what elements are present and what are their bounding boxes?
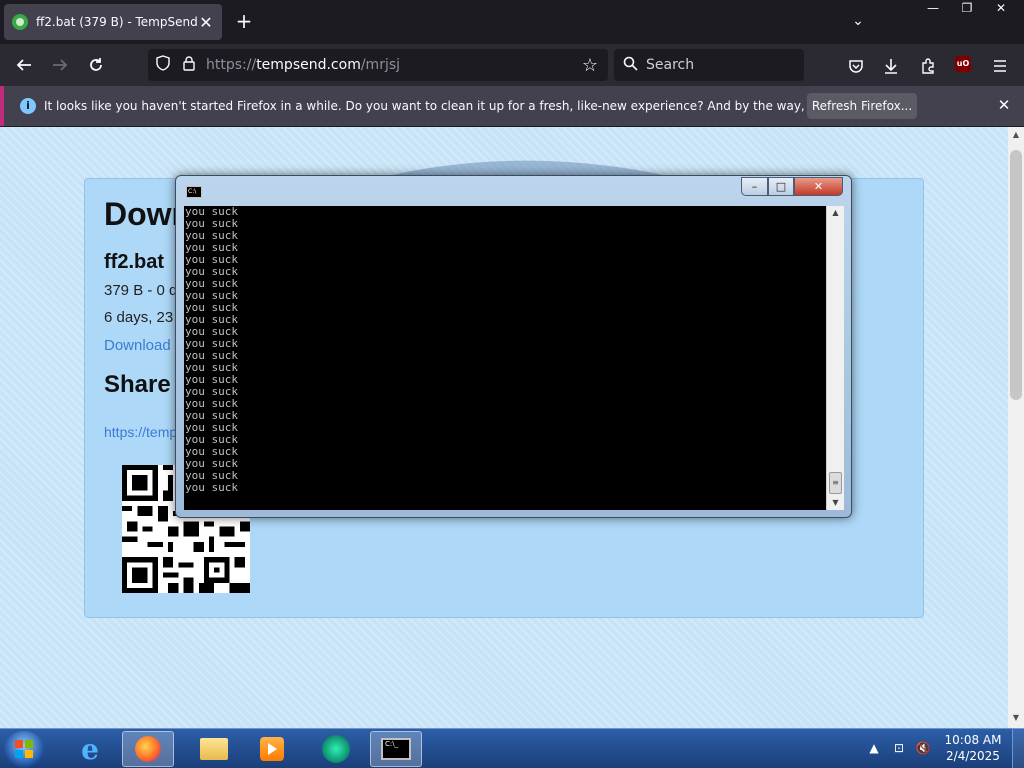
internet-explorer-icon: e bbox=[81, 732, 99, 766]
show-hidden-icons-button[interactable]: ▲ bbox=[866, 733, 882, 763]
refresh-notification-bar: i It looks like you haven't started Fire… bbox=[0, 86, 1024, 126]
back-arrow-icon bbox=[16, 59, 31, 71]
windows-logo-icon bbox=[15, 740, 33, 758]
extensions-button[interactable] bbox=[915, 53, 941, 79]
console-scroll-down-icon[interactable]: ▼ bbox=[827, 496, 844, 510]
console-window-controls: – □ ✕ bbox=[741, 177, 843, 196]
pocket-button[interactable] bbox=[843, 53, 869, 79]
lock-icon[interactable] bbox=[178, 55, 200, 75]
command-prompt-window[interactable]: C:\ – □ ✕ you suck you suck you suck you… bbox=[175, 175, 852, 518]
search-bar[interactable]: Search bbox=[614, 49, 804, 81]
tracking-protection-shield-icon[interactable] bbox=[148, 55, 178, 75]
taskbar-firefox[interactable] bbox=[122, 731, 174, 767]
tab-title: ff2.bat (379 B) - TempSend.com bbox=[36, 15, 198, 29]
taskbar-media-player[interactable] bbox=[246, 731, 298, 767]
console-scroll-thumb[interactable]: ≡ bbox=[829, 472, 842, 494]
forward-arrow-icon bbox=[53, 59, 68, 71]
firefox-icon bbox=[135, 736, 161, 762]
media-player-icon bbox=[260, 737, 284, 761]
share-heading: Share bbox=[104, 371, 171, 398]
back-button[interactable] bbox=[10, 52, 38, 78]
bookmark-star-icon[interactable]: ☆ bbox=[572, 55, 608, 76]
download-link[interactable]: Download f bbox=[104, 337, 179, 354]
expiry-text: 6 days, 23 bbox=[104, 309, 174, 326]
url-scheme: https:// bbox=[206, 57, 257, 73]
volume-muted-icon[interactable]: 🔇 bbox=[912, 733, 934, 763]
downloads-button[interactable] bbox=[878, 53, 904, 79]
puzzle-icon bbox=[922, 58, 934, 74]
forward-button[interactable] bbox=[46, 52, 74, 78]
refresh-firefox-button[interactable]: Refresh Firefox... bbox=[807, 93, 917, 119]
search-placeholder: Search bbox=[646, 57, 695, 73]
download-icon bbox=[885, 59, 897, 74]
tab-close-icon[interactable]: ✕ bbox=[198, 13, 214, 32]
tab-strip: ff2.bat (379 B) - TempSend.com ✕ + ⌄ — ❐… bbox=[0, 0, 1024, 44]
show-desktop-button[interactable] bbox=[1012, 728, 1024, 768]
reload-button[interactable] bbox=[82, 52, 110, 78]
new-tab-button[interactable]: + bbox=[233, 10, 255, 32]
address-bar[interactable]: https://tempsend.com/mrjsj ☆ bbox=[148, 49, 608, 81]
taskbar-file-explorer[interactable] bbox=[188, 731, 240, 767]
console-scroll-up-icon[interactable]: ▲ bbox=[827, 206, 844, 220]
pocket-icon bbox=[849, 60, 863, 73]
console-window-icon: C:\ bbox=[186, 186, 202, 198]
reload-icon bbox=[90, 58, 102, 71]
ublock-origin-icon[interactable]: uO bbox=[955, 56, 971, 72]
console-text: you suck you suck you suck you suck you … bbox=[185, 206, 238, 494]
scroll-up-arrow-icon[interactable]: ▲ bbox=[1008, 130, 1024, 142]
notification-close-icon[interactable]: ✕ bbox=[994, 94, 1014, 116]
console-scrollbar[interactable]: ▲ ≡ ▼ bbox=[826, 206, 844, 510]
window-controls: — ❐ ✕ bbox=[916, 0, 1018, 18]
teamspeak-icon bbox=[322, 735, 350, 763]
url-text[interactable]: https://tempsend.com/mrjsj bbox=[200, 57, 572, 73]
tempsend-favicon-icon bbox=[12, 14, 28, 30]
network-icon[interactable]: ⊡ bbox=[888, 733, 910, 763]
command-prompt-icon: C:\_ bbox=[381, 738, 411, 760]
url-host: tempsend.com bbox=[256, 57, 361, 73]
folder-icon bbox=[200, 738, 228, 760]
console-output[interactable]: you suck you suck you suck you suck you … bbox=[184, 206, 844, 510]
window-restore-button[interactable]: ❐ bbox=[950, 0, 984, 18]
list-all-tabs-button[interactable]: ⌄ bbox=[848, 10, 868, 32]
app-menu-button[interactable] bbox=[987, 53, 1013, 79]
scroll-down-arrow-icon[interactable]: ▼ bbox=[1008, 713, 1024, 725]
taskbar-command-prompt[interactable]: C:\_ bbox=[370, 731, 422, 767]
window-close-button[interactable]: ✕ bbox=[984, 0, 1018, 18]
notification-message: It looks like you haven't started Firefo… bbox=[44, 99, 900, 113]
clock-time: 10:08 AM bbox=[944, 733, 1002, 747]
system-clock[interactable]: 10:08 AM 2/4/2025 bbox=[940, 732, 1006, 764]
url-path: /mrjsj bbox=[360, 57, 401, 73]
taskbar-internet-explorer[interactable]: e bbox=[64, 731, 116, 767]
search-icon bbox=[614, 56, 646, 75]
window-minimize-button[interactable]: — bbox=[916, 0, 950, 18]
tab-active[interactable]: ff2.bat (379 B) - TempSend.com ✕ bbox=[4, 4, 222, 40]
console-minimize-button[interactable]: – bbox=[741, 177, 768, 196]
console-maximize-button[interactable]: □ bbox=[768, 177, 794, 196]
page-scrollbar-thumb[interactable] bbox=[1010, 150, 1022, 400]
hamburger-menu-icon bbox=[994, 60, 1006, 72]
clock-date: 2/4/2025 bbox=[946, 749, 1000, 763]
info-icon: i bbox=[20, 98, 36, 114]
file-name: ff2.bat bbox=[104, 251, 164, 273]
navigation-toolbar: https://tempsend.com/mrjsj ☆ Search bbox=[0, 44, 1024, 86]
start-button[interactable] bbox=[4, 731, 44, 767]
taskbar-teamspeak[interactable] bbox=[310, 731, 362, 767]
file-meta: 379 B - 0 d bbox=[104, 282, 178, 299]
console-close-button[interactable]: ✕ bbox=[794, 177, 843, 196]
